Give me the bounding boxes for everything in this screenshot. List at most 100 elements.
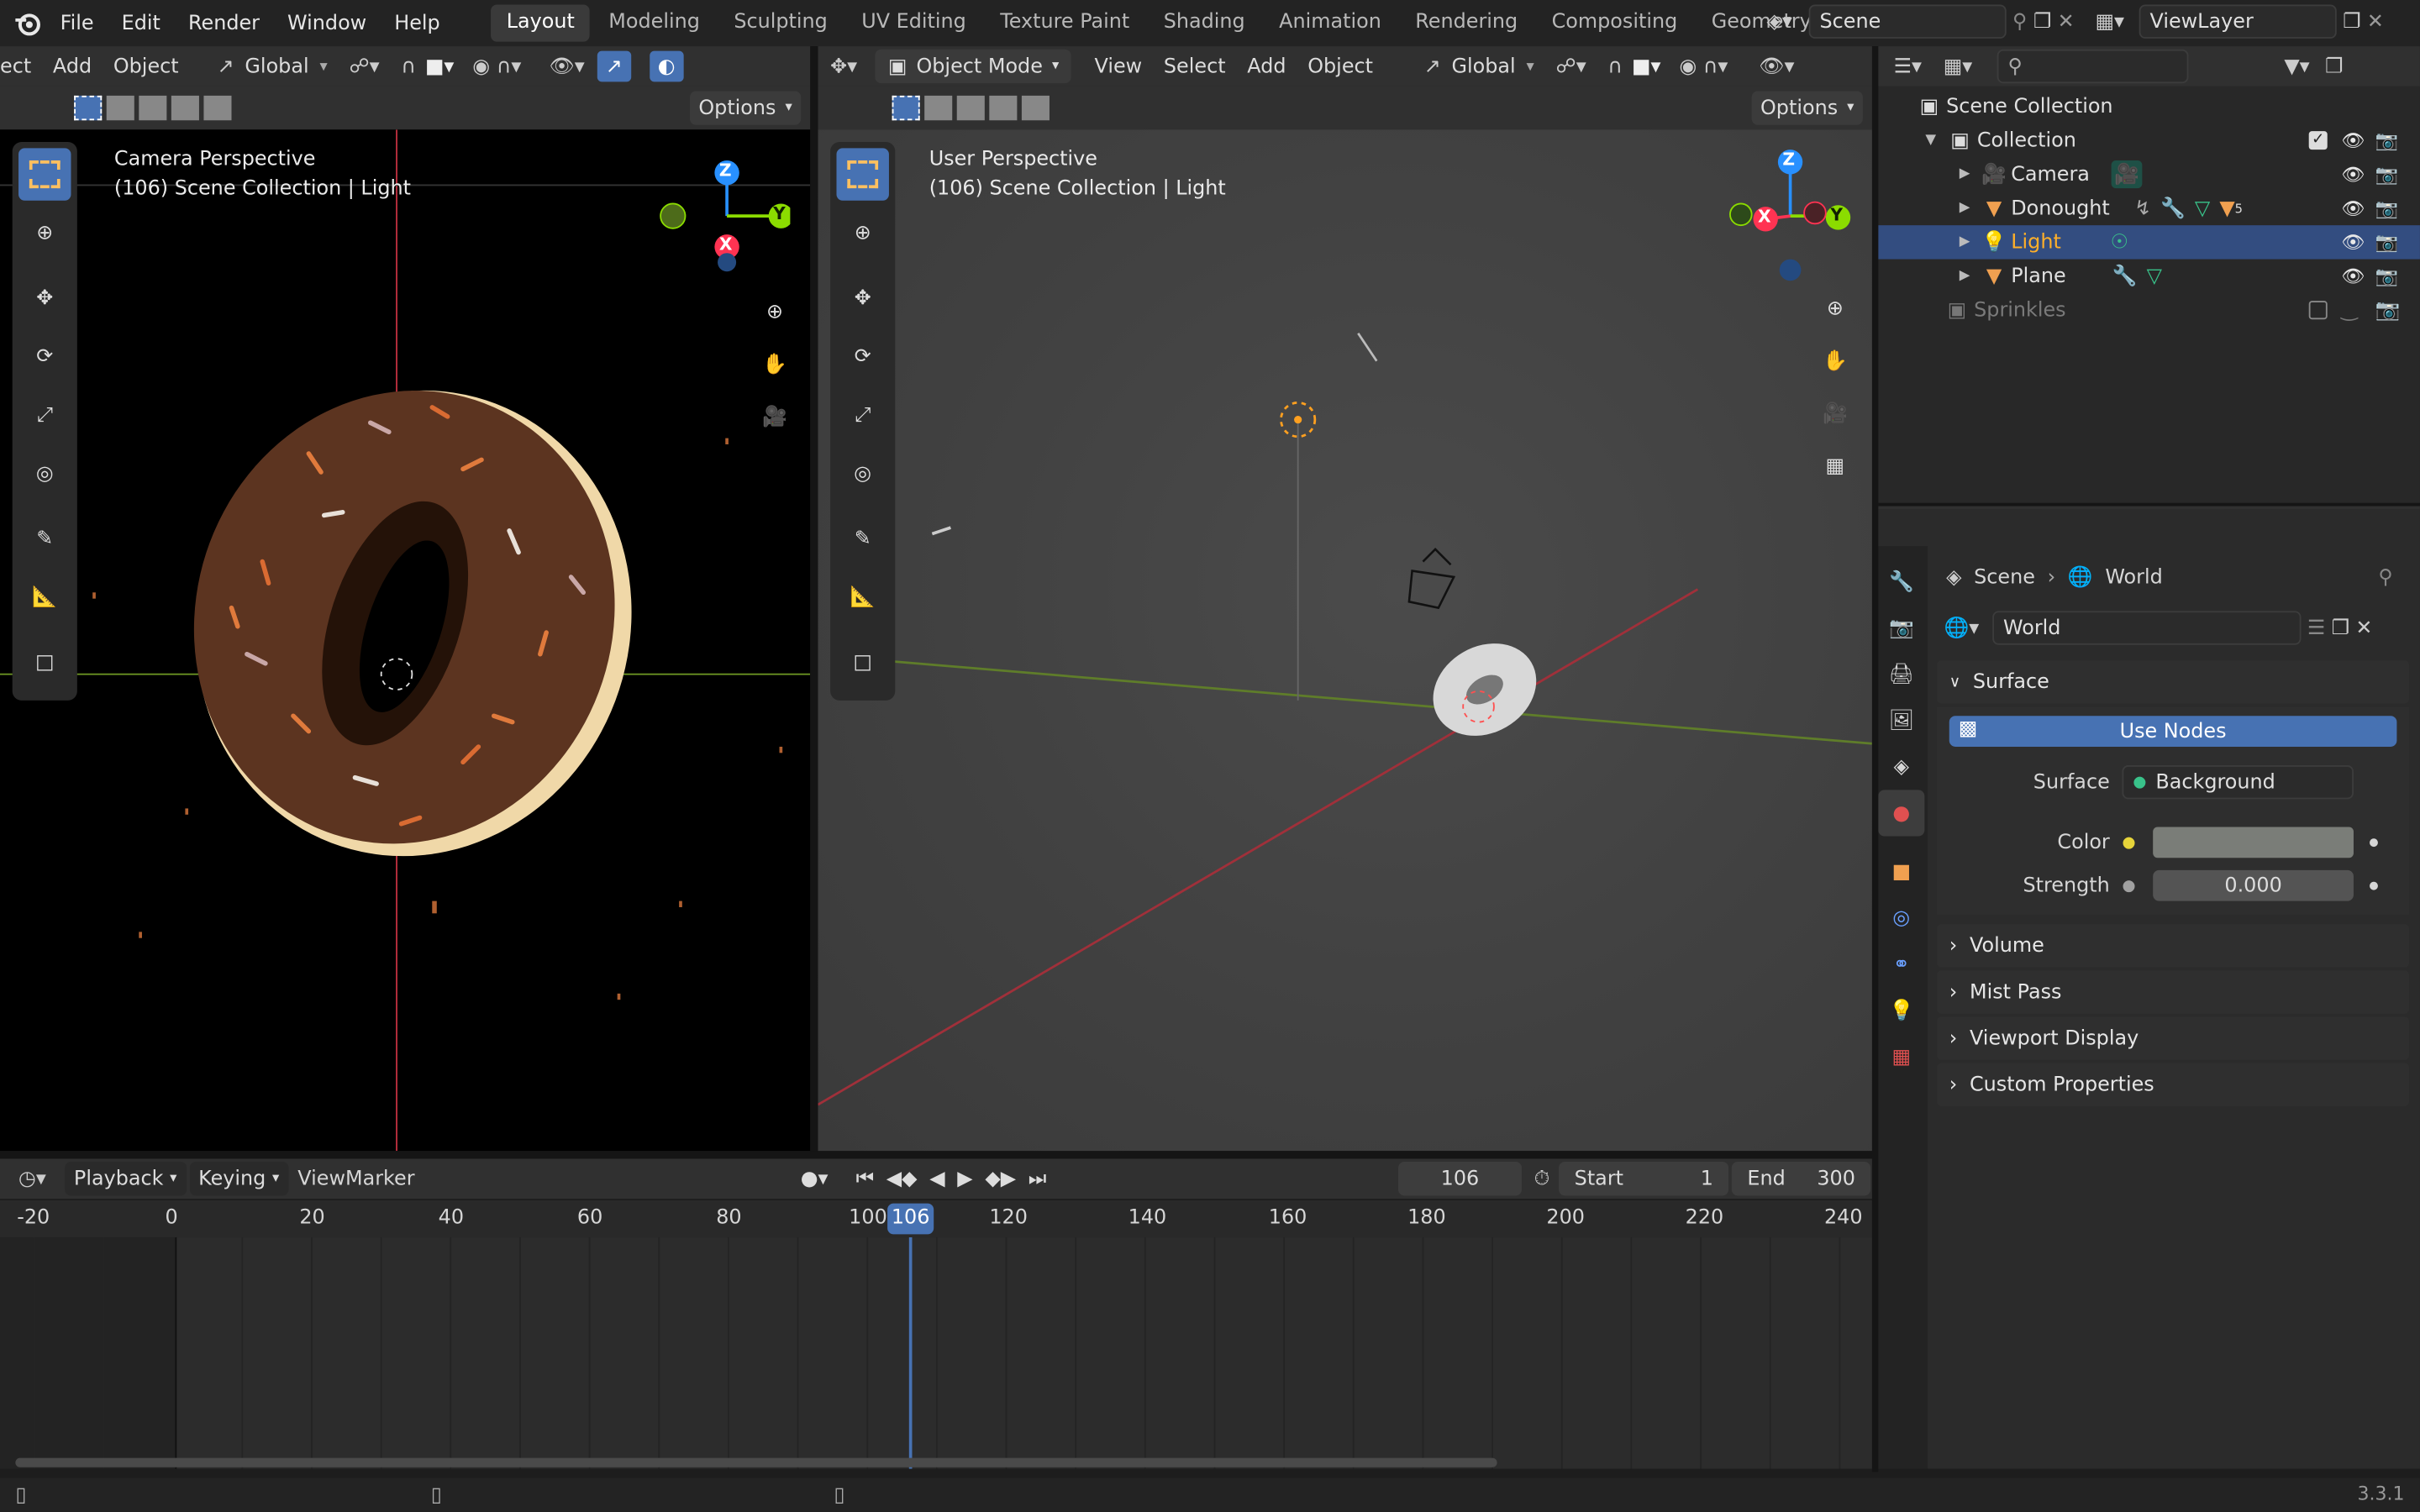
left-menu-object-cut[interactable]: ect xyxy=(0,55,42,78)
left-menu-add[interactable]: Add xyxy=(42,55,103,78)
timeline-ruler[interactable]: -20 0 20 40 60 80 100 120 140 160 180 20… xyxy=(0,1200,1872,1238)
scene-icon[interactable]: ◈▾ xyxy=(1756,10,1802,34)
zoom-icon[interactable]: ⊕ xyxy=(1813,287,1856,330)
new-collection-icon[interactable]: ❐ xyxy=(2325,55,2343,78)
timeline-scrollbar[interactable] xyxy=(15,1457,1497,1467)
object-tab-icon[interactable]: ■ xyxy=(1878,848,1924,895)
move-tool-icon[interactable]: ✥ xyxy=(18,271,71,323)
pin-icon[interactable]: ⚲ xyxy=(2012,10,2028,34)
move-tool-icon[interactable]: ✥ xyxy=(836,271,888,323)
unlink-world-icon[interactable]: ✕ xyxy=(2355,617,2372,640)
jump-end-icon[interactable]: ⏭ xyxy=(1028,1167,1046,1190)
eye-icon[interactable]: 👁 xyxy=(2341,232,2365,254)
surface-shader-field[interactable]: ● Background xyxy=(2122,765,2354,800)
volume-panel-header[interactable]: › Volume xyxy=(1937,924,2410,968)
snap-icon[interactable]: ∩ xyxy=(401,55,415,78)
expand-right-icon[interactable]: ▶ xyxy=(1952,201,1976,216)
menu-render[interactable]: Render xyxy=(174,12,273,35)
camera-view-icon[interactable]: 🎥 xyxy=(753,395,796,438)
use-nodes-button[interactable]: ▩ Use Nodes xyxy=(1949,716,2397,747)
timeline-view-menu[interactable]: View xyxy=(297,1167,345,1190)
select-subtract-icon[interactable] xyxy=(139,95,167,121)
outliner-item-camera[interactable]: ▶ 🎥 Camera 🎥 👁 📷 xyxy=(1878,157,2420,191)
outliner-item-plane[interactable]: ▶ ▼ Plane 🔧 ▽ 👁 📷 xyxy=(1878,260,2420,293)
add-cube-tool-icon[interactable]: □ xyxy=(836,636,888,688)
add-cube-tool-icon[interactable]: □ xyxy=(18,636,71,688)
exclude-checkbox[interactable] xyxy=(2308,301,2328,320)
timeline-area[interactable] xyxy=(0,1237,1872,1469)
proportional-edit-icon[interactable]: ◉ ∩▾ xyxy=(472,55,521,78)
modifier-wrench-icon[interactable]: 🔧 xyxy=(2112,265,2138,288)
tab-texture-paint[interactable]: Texture Paint xyxy=(985,5,1145,42)
menu-edit[interactable]: Edit xyxy=(108,12,174,35)
timeline-editor-icon[interactable]: ◷▾ xyxy=(18,1167,46,1190)
right-menu-select[interactable]: Select xyxy=(1153,55,1236,78)
left-menu-object[interactable]: Object xyxy=(103,55,189,78)
expand-right-icon[interactable]: ▶ xyxy=(1952,269,1976,284)
select-new-icon[interactable] xyxy=(892,95,920,121)
camera-render-icon[interactable]: 📷 xyxy=(2375,232,2398,254)
snap-target-icon[interactable]: ■▾ xyxy=(1632,55,1661,78)
new-world-icon[interactable]: ❐ xyxy=(2332,617,2349,640)
camera-render-icon[interactable]: 📷 xyxy=(2375,197,2398,219)
new-viewlayer-icon[interactable]: ❐ xyxy=(2343,10,2360,34)
right-transform-orientation[interactable]: Global xyxy=(1441,55,1527,78)
viewlayer-name-field[interactable]: ViewLayer xyxy=(2139,4,2337,39)
particle-icon[interactable]: ↯ xyxy=(2134,197,2151,220)
measure-tool-icon[interactable]: 📐 xyxy=(18,571,71,623)
keyframe-dot-icon[interactable]: ● xyxy=(2369,836,2378,848)
pivot-icon[interactable]: ☍▾ xyxy=(349,55,379,78)
timeline-marker-menu[interactable]: Marker xyxy=(345,1167,415,1190)
world-name-field[interactable]: World xyxy=(1992,611,2302,645)
scene-tab-icon[interactable]: ◈ xyxy=(1878,743,1924,790)
select-new-icon[interactable] xyxy=(74,95,103,121)
mode-selector[interactable]: ▣ Object Mode ▾ xyxy=(876,49,1071,84)
strength-field[interactable]: 0.000 xyxy=(2153,869,2354,901)
cursor-tool-icon[interactable]: ⊕ xyxy=(18,207,71,259)
light-data-tab-icon[interactable]: 💡 xyxy=(1878,987,1924,1033)
prev-keyframe-icon[interactable]: ◀◆ xyxy=(886,1167,918,1190)
eye-icon[interactable]: 👁 xyxy=(2341,129,2365,151)
exclude-checkbox[interactable]: ✓ xyxy=(2308,131,2328,150)
select-box-tool-icon[interactable] xyxy=(18,148,71,201)
fake-user-shield-icon[interactable]: ☰ xyxy=(2307,617,2325,640)
viewlayer-icon[interactable]: ▦▾ xyxy=(2086,10,2133,34)
end-frame-field[interactable]: End 300 xyxy=(1732,1162,1871,1196)
transform-tool-icon[interactable]: ◎ xyxy=(836,448,888,500)
right-menu-object[interactable]: Object xyxy=(1297,55,1383,78)
area-divider[interactable] xyxy=(810,46,818,1154)
breadcrumb-world[interactable]: World xyxy=(2105,565,2162,589)
snap-icon[interactable]: ∩ xyxy=(1607,55,1622,78)
annotate-tool-icon[interactable]: ✎ xyxy=(836,512,888,564)
breadcrumb-scene[interactable]: Scene xyxy=(1974,565,2035,589)
keying-menu[interactable]: Keying ▾ xyxy=(189,1162,289,1196)
tab-shading[interactable]: Shading xyxy=(1148,5,1260,42)
pin-icon[interactable]: ⚲ xyxy=(2378,565,2393,589)
surface-panel-header[interactable]: ∨ Surface xyxy=(1937,660,2410,704)
left-viewport-camera[interactable]: Camera Perspective (106) Scene Collectio… xyxy=(0,129,811,1152)
mesh-data-icon[interactable]: ▽ xyxy=(2147,265,2162,288)
pan-hand-icon[interactable]: ✋ xyxy=(1813,339,1856,382)
visibility-icon[interactable]: 👁▾ xyxy=(549,55,584,78)
select-subtract-icon[interactable] xyxy=(956,95,985,121)
select-extend-icon[interactable] xyxy=(924,95,953,121)
keyframe-dot-icon[interactable]: ● xyxy=(2369,879,2378,892)
expand-right-icon[interactable]: ▶ xyxy=(1952,234,1976,249)
camera-view-icon[interactable]: 🎥 xyxy=(1813,392,1856,435)
constraints-tab-icon[interactable]: ⚭ xyxy=(1878,941,1924,987)
select-extend-icon[interactable] xyxy=(106,95,134,121)
tab-rendering[interactable]: Rendering xyxy=(1400,5,1534,42)
menu-help[interactable]: Help xyxy=(381,12,455,35)
right-menu-view[interactable]: View xyxy=(1084,55,1153,78)
scale-tool-icon[interactable]: ⤢ xyxy=(18,389,71,441)
select-box-tool-icon[interactable] xyxy=(836,148,889,201)
editor-type-icon[interactable]: ✥▾ xyxy=(830,55,857,78)
gizmo-toggle-icon[interactable]: ↗ xyxy=(597,50,631,82)
left-navigation-gizmo[interactable]: Z Y X xyxy=(651,151,794,275)
strength-socket-icon[interactable]: ● xyxy=(2122,877,2153,894)
tab-uv-editing[interactable]: UV Editing xyxy=(846,5,981,42)
outliner-collection[interactable]: ▼ ▣ Collection ✓ 👁 📷 xyxy=(1878,123,2420,157)
new-scene-icon[interactable]: ❐ xyxy=(2033,10,2051,34)
view-layer-tab-icon[interactable]: 🖼 xyxy=(1878,697,1924,743)
camera-render-icon[interactable]: 📷 xyxy=(2375,265,2398,287)
